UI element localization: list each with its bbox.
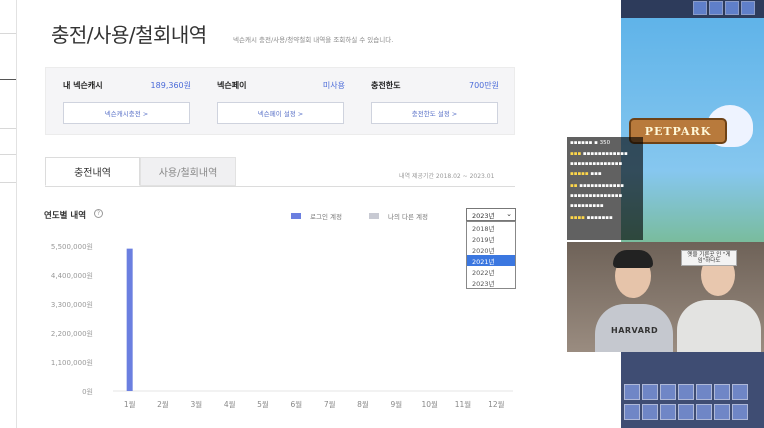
skill-slot-icon	[693, 1, 707, 15]
inventory-slot-icon	[660, 384, 676, 400]
y-tick-label: 4,400,000원	[51, 271, 93, 280]
year-option[interactable]: 2018년	[467, 222, 515, 233]
browser-side-strip	[0, 0, 17, 428]
chat-line: ▪▪ ▪▪▪▪▪▪▪▪▪▪▪▪	[570, 183, 624, 189]
x-tick-label: 10월	[421, 399, 438, 409]
x-tick-label: 7월	[324, 399, 336, 409]
chat-line: ▪▪▪▪ ▪▪▪▪▪▪▪	[570, 215, 613, 221]
y-tick-label: 5,500,000원	[51, 242, 93, 251]
year-select-value: 2023년	[472, 211, 495, 220]
chat-line: ▪▪▪▪▪▪▪▪▪	[570, 203, 604, 209]
skill-slot-icon	[725, 1, 739, 15]
skill-slot-icon	[709, 1, 723, 15]
chat-line: ▪▪▪▪▪▪ ▪ 350	[570, 140, 611, 146]
chat-line: ▪▪▪ ▪▪▪▪▪▪▪▪▪▪▪▪	[570, 151, 628, 157]
streamer-right-body	[677, 300, 761, 352]
bar	[126, 248, 133, 391]
inventory-slot-icon	[642, 384, 658, 400]
y-tick-label: 1,100,000원	[51, 358, 93, 367]
year-option[interactable]: 2020년	[467, 244, 515, 255]
chat-line: ▪▪▪▪▪▪▪▪▪▪▪▪▪▪	[570, 193, 623, 199]
x-tick-label: 1월	[124, 399, 136, 409]
game-toolbar	[621, 0, 764, 18]
game-sign: PETPARK	[629, 118, 727, 144]
chat-line: ▪▪▪▪▪ ▪▪▪	[570, 171, 602, 177]
x-tick-label: 3월	[190, 399, 202, 409]
x-tick-label: 9월	[390, 399, 402, 409]
strip-divider	[0, 154, 16, 155]
inventory-slot-icon	[642, 404, 658, 420]
strip-divider	[0, 33, 16, 34]
inventory-slot-icon	[624, 404, 640, 420]
chat-line: ▪▪▪▪▪▪▪▪▪▪▪▪▪▪	[570, 161, 623, 167]
game-inventory	[621, 352, 764, 428]
inventory-slot-icon	[696, 404, 712, 420]
cash-history-page: 충전/사용/철회내역 넥슨캐시 충전/사용/청약철회 내역을 조회하실 수 있습…	[17, 0, 613, 428]
inventory-slot-icon	[714, 384, 730, 400]
inventory-slot-icon	[732, 404, 748, 420]
monthly-bar-chart: 0원 1,100,000원 2,200,000원 3,300,000원 4,400,00…	[51, 242, 513, 409]
strip-divider	[0, 79, 16, 80]
year-option[interactable]: 2019년	[467, 233, 515, 244]
inventory-slot-icon	[732, 384, 748, 400]
year-option[interactable]: 2023년	[467, 277, 515, 288]
skill-slot-icon	[741, 1, 755, 15]
year-select[interactable]: 2023년 ⌄	[466, 208, 516, 221]
x-tick-label: 5월	[257, 399, 269, 409]
strip-divider	[0, 182, 16, 183]
inventory-slot-icon	[624, 384, 640, 400]
shirt-text: HARVARD	[611, 326, 659, 335]
inventory-slot-icon	[678, 404, 694, 420]
x-tick-label: 6월	[290, 399, 302, 409]
x-tick-label: 11월	[455, 399, 472, 409]
x-tick-label: 8월	[357, 399, 369, 409]
inventory-slot-icon	[696, 384, 712, 400]
inventory-slot-icon	[678, 384, 694, 400]
inventory-slot-icon	[714, 404, 730, 420]
y-tick-label: 2,200,000원	[51, 329, 93, 338]
year-option[interactable]: 2022년	[467, 266, 515, 277]
x-tick-label: 2월	[157, 399, 169, 409]
inventory-slot-icon	[660, 404, 676, 420]
year-dropdown: 2018년 2019년 2020년 2021년 2022년 2023년	[466, 221, 516, 289]
stream-chat-overlay: ▪▪▪▪▪▪ ▪ 350 ▪▪▪ ▪▪▪▪▪▪▪▪▪▪▪▪ ▪▪▪▪▪▪▪▪▪▪…	[567, 137, 643, 240]
y-tick-label: 0원	[82, 387, 93, 396]
x-tick-label: 12월	[488, 399, 505, 409]
year-option[interactable]: 2021년	[467, 255, 515, 266]
y-tick-label: 3,300,000원	[51, 300, 93, 309]
x-tick-label: 4월	[224, 399, 236, 409]
strip-divider	[0, 128, 16, 129]
streamer-left-hair	[613, 250, 653, 268]
game-popup-label: 옛을 기른곳 인 "게임"하다도	[681, 250, 737, 266]
chevron-down-icon: ⌄	[506, 210, 512, 218]
